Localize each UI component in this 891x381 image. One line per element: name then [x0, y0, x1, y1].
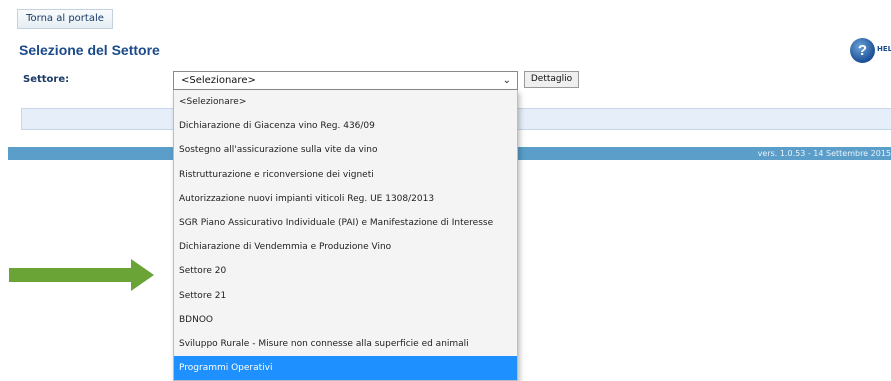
- dropdown-option-programmi-operativi[interactable]: Programmi Operativi: [174, 356, 517, 380]
- help-icon[interactable]: ?: [850, 38, 875, 63]
- version-text: vers. 1.0.53 - 14 Settembre 2015: [757, 149, 891, 158]
- sector-select-value: <Selezionare>: [181, 75, 256, 86]
- sector-dropdown-list[interactable]: <Selezionare> Dichiarazione di Giacenza …: [173, 90, 518, 381]
- dropdown-option-sgr-pai[interactable]: SGR Piano Assicurativo Individuale (PAI)…: [174, 211, 517, 235]
- dropdown-option-settore-20[interactable]: Settore 20: [174, 259, 517, 283]
- dropdown-option-ristrutturazione[interactable]: Ristrutturazione e riconversione dei vig…: [174, 163, 517, 187]
- arrow-right-icon: [9, 259, 154, 291]
- detail-button[interactable]: Dettaglio: [524, 71, 579, 88]
- chevron-down-icon[interactable]: ⌄: [503, 72, 511, 89]
- help-label[interactable]: HEL: [877, 45, 891, 53]
- dropdown-option-bdnoo[interactable]: BDNOO: [174, 308, 517, 332]
- dropdown-option-settore-21[interactable]: Settore 21: [174, 284, 517, 308]
- sector-select[interactable]: <Selezionare> ⌄: [173, 71, 518, 90]
- dropdown-option-sviluppo-rurale[interactable]: Sviluppo Rurale - Misure non connesse al…: [174, 332, 517, 356]
- dropdown-option-assicurazione[interactable]: Sostegno all'assicurazione sulla vite da…: [174, 138, 517, 162]
- dropdown-option-giacenza[interactable]: Dichiarazione di Giacenza vino Reg. 436/…: [174, 114, 517, 138]
- dropdown-option-autorizzazione[interactable]: Autorizzazione nuovi impianti viticoli R…: [174, 187, 517, 211]
- dropdown-option-vendemmia[interactable]: Dichiarazione di Vendemmia e Produzione …: [174, 235, 517, 259]
- back-to-portal-button[interactable]: Torna al portale: [17, 9, 113, 29]
- sector-label: Settore:: [23, 74, 70, 85]
- page-title: Selezione del Settore: [19, 42, 160, 58]
- dropdown-option-placeholder[interactable]: <Selezionare>: [174, 90, 517, 114]
